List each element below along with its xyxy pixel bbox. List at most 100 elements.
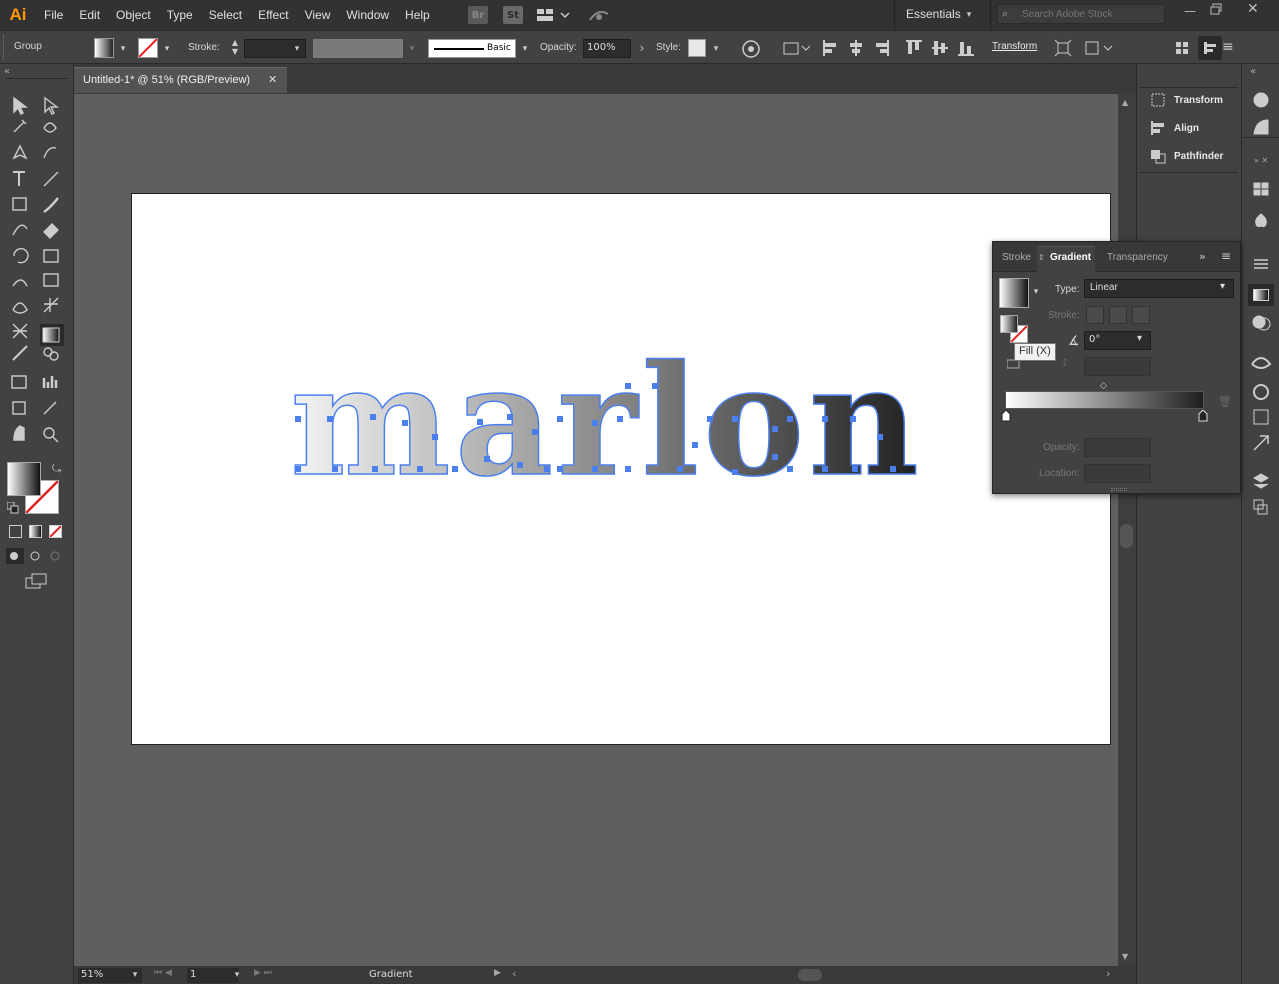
stock-search-input[interactable]	[1020, 6, 1160, 22]
gradient-mode-icon[interactable]	[29, 525, 42, 538]
menu-effect[interactable]: Effect	[250, 8, 296, 22]
tab-transparency[interactable]: Transparency	[1107, 242, 1168, 272]
menu-edit[interactable]: Edit	[71, 8, 108, 22]
arrange-documents-icon[interactable]	[537, 8, 573, 25]
gradient-text-outline[interactable]: marlon	[289, 330, 923, 511]
variable-width-profile[interactable]	[313, 39, 403, 58]
artboard-nav-last-icon[interactable]: ▶ ⏭	[254, 968, 272, 978]
opacity-input[interactable]: 100%	[583, 39, 631, 58]
menu-view[interactable]: View	[297, 8, 339, 22]
menu-select[interactable]: Select	[201, 8, 250, 22]
midpoint-diamond-icon[interactable]: ◇	[1100, 381, 1107, 391]
scroll-right-icon[interactable]: ›	[1106, 967, 1110, 980]
gpu-performance-icon[interactable]	[588, 6, 610, 27]
transform-panel-button[interactable]: Transform	[1149, 90, 1223, 110]
panel-resize-grip[interactable]	[1111, 488, 1127, 491]
draw-inside-icon[interactable]	[47, 548, 65, 567]
draw-normal-icon[interactable]	[6, 548, 24, 564]
magic-wand-tool-icon	[13, 119, 27, 133]
chevron-down-icon[interactable]: ▾	[964, 10, 974, 20]
gradient-slider[interactable]	[1005, 391, 1204, 409]
align-to-icon[interactable]	[782, 39, 811, 60]
align-left-icon[interactable]	[822, 39, 838, 60]
arrange-panels-icon[interactable]	[1174, 39, 1190, 60]
artwork-group[interactable]: marlon	[132, 194, 1112, 746]
zoom-tool-icon	[43, 427, 55, 439]
chevron-down-icon[interactable]: ▾	[520, 44, 530, 54]
artboard-nav-first-icon[interactable]: ⏮ ◀	[154, 968, 172, 978]
collapse-strip-icon[interactable]: «	[1250, 66, 1256, 77]
swap-fill-stroke-icon[interactable]: ⤿	[52, 462, 61, 476]
artboard-tool-icon	[12, 401, 26, 415]
chevron-down-icon[interactable]: ▾	[130, 970, 140, 980]
align-panel-button[interactable]: Align	[1149, 118, 1199, 138]
align-middle-icon[interactable]	[931, 39, 949, 60]
strip-expand-icon[interactable]: » ✕	[1254, 156, 1268, 165]
pathfinder-toggle-icon[interactable]	[1198, 36, 1222, 60]
none-mode-icon[interactable]	[49, 525, 62, 538]
vertical-scrollbar[interactable]: ▲ ▼	[1118, 94, 1136, 966]
tab-gradient[interactable]: Gradient	[1050, 242, 1091, 272]
chevron-down-icon[interactable]: ▾	[232, 970, 242, 980]
menu-help[interactable]: Help	[397, 8, 438, 22]
status-menu-icon[interactable]: ▶	[494, 968, 501, 978]
shape-mode-icon[interactable]	[1084, 39, 1114, 60]
brush-definition[interactable]: Basic	[428, 39, 516, 58]
gradient-stop-left[interactable]	[1001, 409, 1011, 425]
chevron-right-icon[interactable]: ›	[637, 42, 647, 54]
fill-swatch[interactable]	[94, 38, 114, 58]
chevron-down-icon[interactable]: ▾	[407, 44, 417, 54]
close-tab-icon[interactable]: ✕	[268, 73, 277, 86]
tab-stroke[interactable]: Stroke	[1002, 242, 1031, 272]
chevron-down-icon[interactable]: ▾	[711, 44, 721, 54]
graphic-style-swatch[interactable]	[688, 39, 706, 57]
bridge-button[interactable]: Br	[468, 6, 488, 24]
stroke-weight-stepper[interactable]: ▲ ▼	[229, 38, 241, 58]
gradient-stop-right[interactable]	[1198, 409, 1208, 425]
gradient-angle-input[interactable]: 0° ▾	[1084, 331, 1151, 350]
chevron-down-icon[interactable]: ▾	[162, 44, 172, 54]
scroll-up-icon[interactable]: ▲	[1122, 98, 1128, 107]
pathfinder-panel-button[interactable]: Pathfinder	[1149, 146, 1223, 166]
scroll-down-icon[interactable]: ▼	[1122, 952, 1128, 961]
screen-mode-icon[interactable]	[25, 572, 49, 593]
workspace-switcher[interactable]: Essentials	[906, 7, 961, 21]
align-center-icon[interactable]	[848, 39, 864, 60]
control-menu-icon[interactable]: ≡	[1222, 39, 1234, 55]
chevron-down-icon[interactable]: ▾	[118, 44, 128, 54]
menu-object[interactable]: Object	[108, 8, 159, 22]
panel-fill-swatch[interactable]	[1000, 315, 1018, 333]
gradient-preview-swatch[interactable]	[999, 278, 1029, 308]
vertical-scroll-thumb[interactable]	[1120, 524, 1133, 548]
scroll-left-icon[interactable]: ‹	[512, 967, 516, 980]
panel-expand-icon[interactable]: »	[1199, 250, 1206, 263]
menu-type[interactable]: Type	[159, 8, 201, 22]
panel-menu-icon[interactable]: ≡	[1221, 249, 1231, 263]
default-fill-stroke-icon[interactable]	[6, 501, 19, 517]
gradient-panel-button[interactable]	[1248, 284, 1274, 306]
transform-link[interactable]: Transform	[992, 41, 1037, 52]
artboard[interactable]: marlon	[131, 193, 1111, 745]
document-tab[interactable]: Untitled-1* @ 51% (RGB/Preview) ✕	[74, 67, 287, 93]
collapse-toolbar-icon[interactable]: «	[4, 66, 10, 77]
chevron-down-icon[interactable]: ▾	[292, 44, 302, 54]
recolor-artwork-icon[interactable]	[741, 39, 761, 62]
isolate-group-icon[interactable]	[1054, 39, 1072, 60]
chevron-down-icon[interactable]: ▾	[1031, 287, 1041, 297]
gradient-type-select[interactable]: Linear ▾	[1084, 279, 1234, 298]
align-right-icon[interactable]	[874, 39, 890, 60]
menu-file[interactable]: File	[36, 8, 71, 22]
color-mode-icon[interactable]	[9, 525, 22, 538]
stroke-swatch[interactable]	[138, 38, 158, 58]
stock-search-box[interactable]: ⌕	[997, 4, 1165, 24]
restore-icon[interactable]	[1210, 3, 1222, 18]
close-window-icon[interactable]: ✕	[1247, 1, 1259, 17]
minimize-icon[interactable]: —	[1184, 4, 1196, 18]
align-bottom-icon[interactable]	[957, 39, 975, 60]
horizontal-scroll-thumb[interactable]	[798, 969, 822, 981]
align-top-icon[interactable]	[905, 39, 923, 60]
draw-behind-icon[interactable]	[27, 548, 45, 567]
menu-window[interactable]: Window	[338, 8, 397, 22]
stock-button[interactable]: St	[503, 6, 523, 24]
toolbar-fill-swatch[interactable]	[7, 462, 41, 496]
